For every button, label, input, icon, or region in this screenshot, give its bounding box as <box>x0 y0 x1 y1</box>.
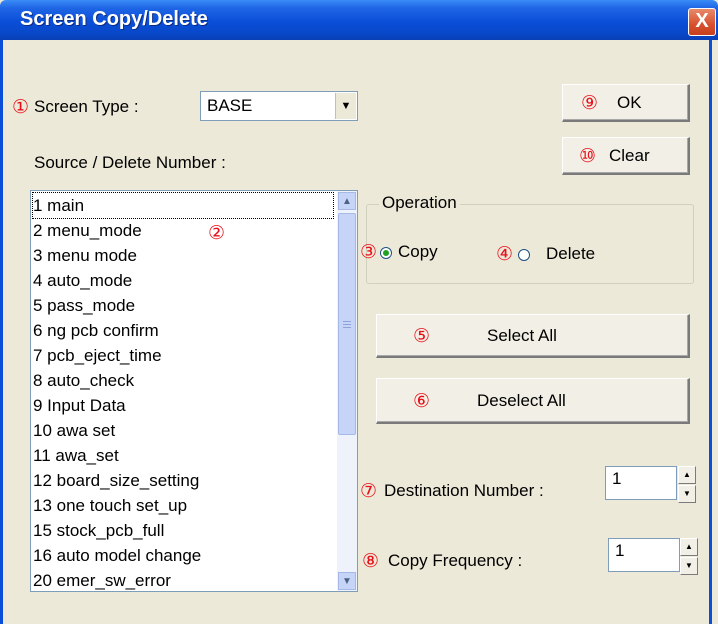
grip-line <box>343 327 351 328</box>
spin-down-icon[interactable]: ▼ <box>680 557 698 575</box>
list-item[interactable]: 9 Input Data <box>33 393 333 418</box>
close-icon[interactable]: X <box>688 8 716 36</box>
marker-8: ⑧ <box>362 551 380 572</box>
list-item[interactable]: 3 menu mode <box>33 243 333 268</box>
destination-label: Destination Number : <box>384 481 544 500</box>
deselect-all-label: Deselect All <box>477 391 566 410</box>
marker-9: ⑨ <box>581 93 599 114</box>
marker-5: ⑤ <box>413 326 431 347</box>
copy-radio[interactable] <box>380 247 392 259</box>
scroll-down-icon[interactable]: ▼ <box>338 572 356 590</box>
marker-4: ④ <box>496 244 514 265</box>
ok-label: OK <box>617 93 642 112</box>
screen-type-value: BASE <box>207 96 253 115</box>
list-scrollbar[interactable]: ▲ ▼ <box>337 191 357 591</box>
frequency-label: Copy Frequency : <box>388 551 523 570</box>
clear-button[interactable]: ⑩ Clear <box>562 137 690 175</box>
frequency-stepper[interactable]: ▲ ▼ <box>680 538 698 576</box>
spin-down-icon[interactable]: ▼ <box>678 485 696 503</box>
clear-label: Clear <box>609 146 650 165</box>
screen-type-label: Screen Type : <box>34 97 139 116</box>
title-bar: Screen Copy/Delete X <box>0 0 718 40</box>
delete-label: Delete <box>546 244 596 263</box>
operation-legend: Operation <box>379 193 460 213</box>
marker-1: ① <box>12 97 30 118</box>
list-item[interactable]: 7 pcb_eject_time <box>33 343 333 368</box>
ok-button[interactable]: ⑨ OK <box>562 84 690 122</box>
list-item[interactable]: 8 auto_check <box>33 368 333 393</box>
chevron-down-icon[interactable]: ▼ <box>335 93 356 119</box>
list-item[interactable]: 11 awa_set <box>33 443 333 468</box>
copy-label: Copy <box>398 242 438 261</box>
destination-value: 1 <box>612 469 622 488</box>
list-item[interactable]: 2 menu_mode <box>33 218 333 243</box>
list-item[interactable]: 16 auto model change <box>33 543 333 568</box>
frequency-input[interactable]: 1 <box>608 538 680 572</box>
list-item[interactable]: 13 one touch set_up <box>33 493 333 518</box>
select-all-label: Select All <box>487 326 557 345</box>
window-title: Screen Copy/Delete <box>20 8 208 30</box>
frequency-value: 1 <box>615 541 625 560</box>
marker-3: ③ <box>360 242 378 263</box>
screen-type-select[interactable]: BASE ▼ <box>200 91 358 121</box>
destination-stepper[interactable]: ▲ ▼ <box>678 466 696 504</box>
select-all-button[interactable]: ⑤ Select All <box>376 314 690 358</box>
list-item[interactable]: 20 emer_sw_error <box>33 568 333 591</box>
grip-line <box>343 324 351 325</box>
list-item[interactable]: 6 ng pcb confirm <box>33 318 333 343</box>
list-item[interactable]: 15 stock_pcb_full <box>33 518 333 543</box>
marker-2: ② <box>208 223 226 244</box>
list-item[interactable]: 12 board_size_setting <box>33 468 333 493</box>
destination-input[interactable]: 1 <box>605 466 677 500</box>
scroll-thumb[interactable] <box>338 213 356 435</box>
list-item[interactable]: 10 awa set <box>33 418 333 443</box>
source-list[interactable]: 1 main 2 menu_mode 3 menu mode 4 auto_mode 5… <box>30 190 358 592</box>
scroll-up-icon[interactable]: ▲ <box>338 192 356 210</box>
list-item[interactable]: 1 main <box>32 192 334 219</box>
source-delete-label: Source / Delete Number : <box>34 153 226 172</box>
grip-line <box>343 321 351 322</box>
spin-up-icon[interactable]: ▲ <box>678 466 696 484</box>
list-item[interactable]: 4 auto_mode <box>33 268 333 293</box>
marker-7: ⑦ <box>360 481 378 502</box>
marker-10: ⑩ <box>579 146 597 167</box>
list-item[interactable]: 5 pass_mode <box>33 293 333 318</box>
marker-6: ⑥ <box>413 391 431 412</box>
delete-radio[interactable] <box>518 249 530 261</box>
deselect-all-button[interactable]: ⑥ Deselect All <box>376 378 690 424</box>
spin-up-icon[interactable]: ▲ <box>680 538 698 556</box>
